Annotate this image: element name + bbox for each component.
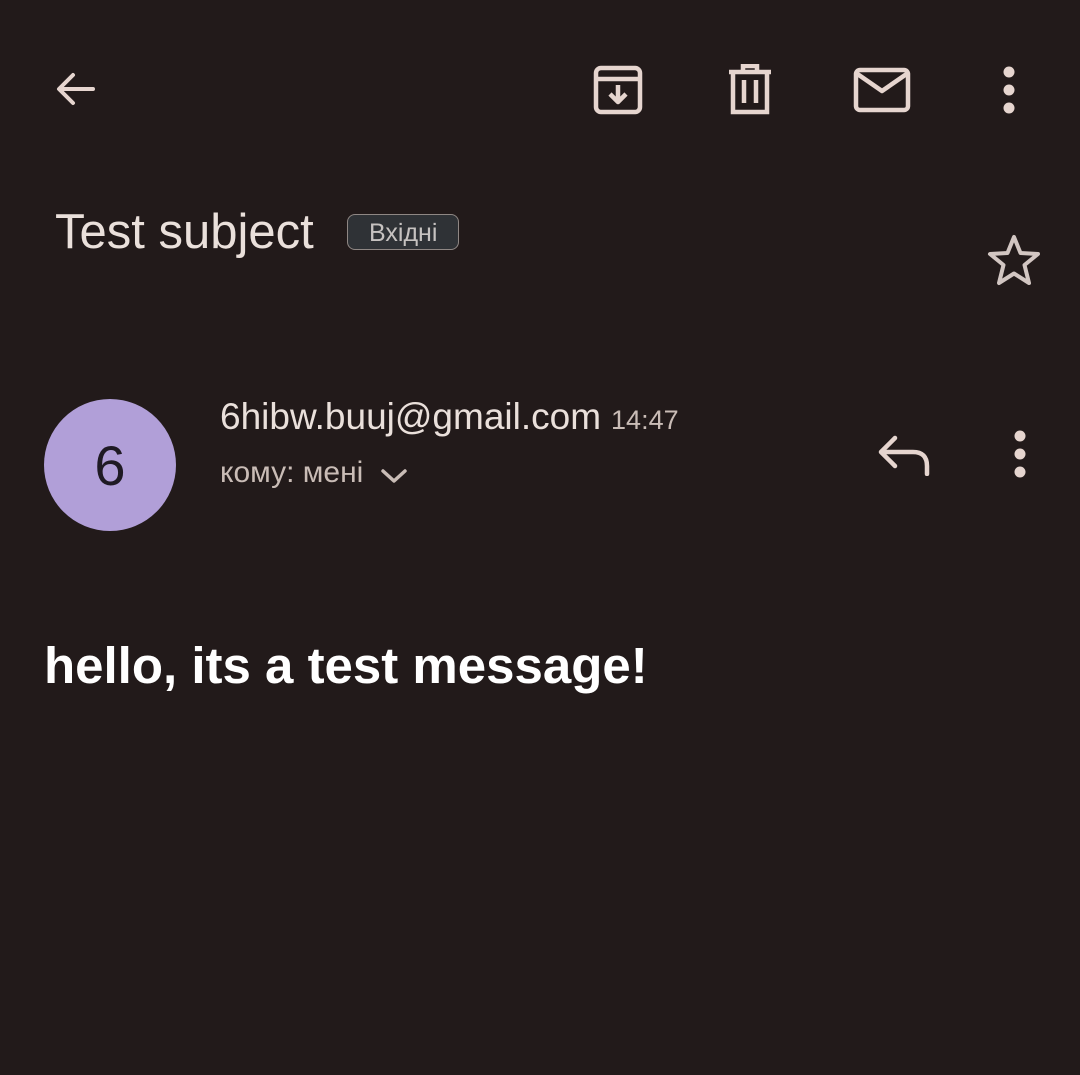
sender-line: 6hibw.buuj@gmail.com 14:47 — [220, 396, 679, 438]
star-button[interactable] — [974, 220, 1054, 300]
arrow-back-icon — [57, 73, 95, 105]
email-view: Test subject Вхідні 6 6hibw.buuj@gmail.c… — [0, 0, 1080, 1075]
sender-email: 6hibw.buuj@gmail.com — [220, 396, 602, 437]
back-button[interactable] — [35, 49, 115, 129]
inbox-label-chip[interactable]: Вхідні — [347, 214, 460, 250]
more-options-button[interactable] — [969, 50, 1049, 130]
star-outline-icon — [988, 235, 1040, 285]
message-body: hello, its a test message! — [44, 637, 648, 694]
mail-icon — [853, 67, 911, 113]
message-time: 14:47 — [611, 405, 679, 435]
chevron-down-icon — [381, 469, 408, 483]
reply-button[interactable] — [864, 415, 944, 495]
recipient-label: кому: мені — [220, 456, 364, 489]
recipient-details-toggle[interactable]: кому: мені — [220, 456, 408, 490]
message-more-options-button[interactable] — [980, 414, 1060, 494]
mark-unread-button[interactable] — [842, 50, 922, 130]
delete-icon — [729, 64, 771, 115]
avatar-letter: 6 — [94, 433, 126, 497]
archive-button[interactable] — [578, 50, 658, 130]
archive-icon — [593, 65, 643, 115]
sender-avatar[interactable]: 6 — [44, 399, 176, 531]
more-vert-icon — [1003, 66, 1015, 114]
email-subject: Test subject — [55, 205, 314, 259]
reply-icon — [878, 435, 930, 476]
more-vert-icon — [1014, 430, 1026, 478]
delete-button[interactable] — [710, 50, 790, 130]
